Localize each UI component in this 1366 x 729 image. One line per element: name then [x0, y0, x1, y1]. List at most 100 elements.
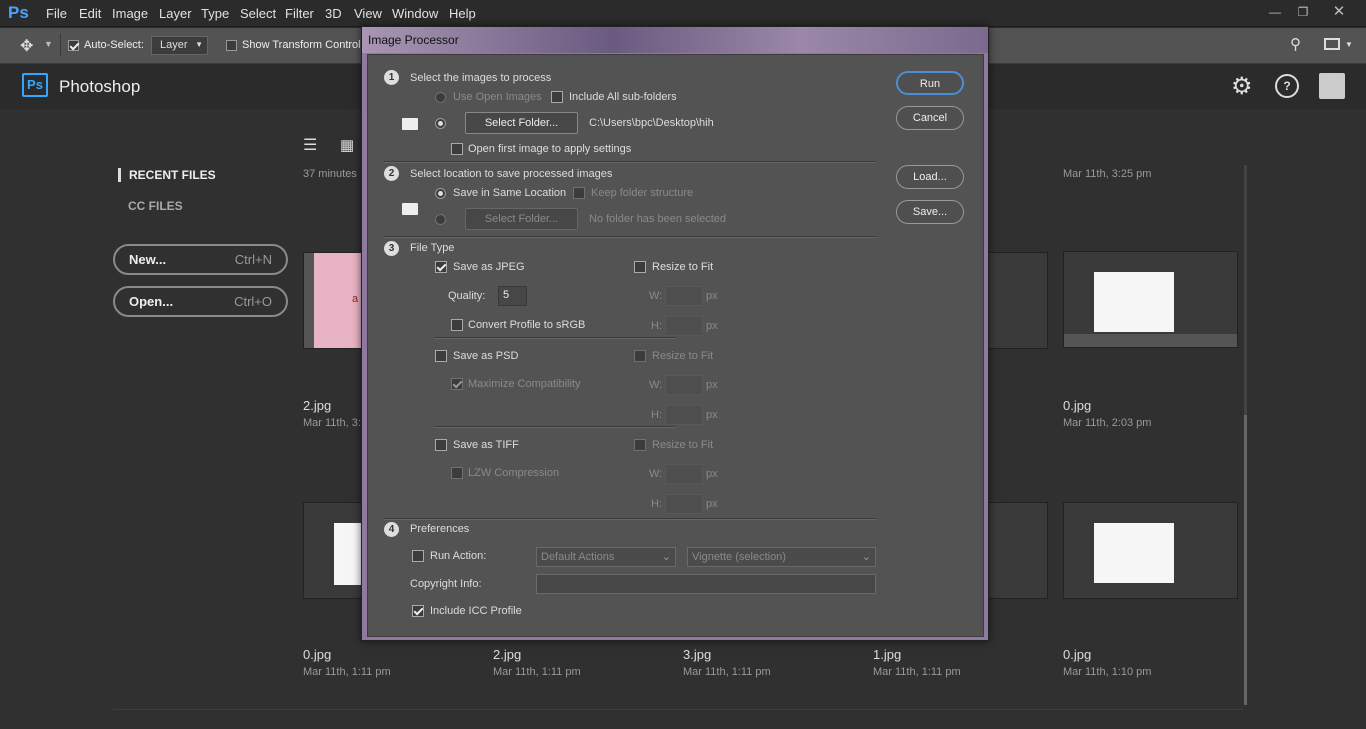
auto-select-checkbox[interactable] [68, 38, 79, 52]
file-date: Mar 11th, 3:2 [303, 417, 367, 429]
tiff-resize-label: Resize to Fit [652, 439, 714, 451]
scrollbar-thumb[interactable] [1244, 415, 1247, 705]
layer-select[interactable]: Layer ▼ [151, 36, 208, 55]
select-folder-radio[interactable] [435, 118, 446, 129]
gear-icon[interactable]: ⚙ [1231, 72, 1253, 101]
workspace-icon[interactable] [1324, 38, 1340, 50]
use-open-images-radio[interactable] [435, 92, 446, 103]
help-icon[interactable]: ? [1275, 74, 1299, 98]
file-thumbnail[interactable] [987, 252, 1048, 349]
psd-resize-checkbox[interactable] [634, 350, 646, 362]
dest-select-folder-button[interactable]: Select Folder... [465, 208, 578, 230]
list-view-icon[interactable]: ☰ [303, 135, 317, 155]
select-folder-button[interactable]: Select Folder... [465, 112, 578, 134]
run-button[interactable]: Run [896, 71, 964, 95]
cancel-button[interactable]: Cancel [896, 106, 964, 130]
menu-file[interactable]: File [46, 6, 67, 21]
thumb-detail: a [352, 293, 359, 305]
max-compat-checkbox[interactable] [451, 378, 463, 390]
save-psd-checkbox[interactable] [435, 350, 447, 362]
same-location-radio[interactable] [435, 188, 446, 199]
tiff-width-input[interactable] [665, 464, 703, 484]
icc-profile-label: Include ICC Profile [430, 605, 522, 617]
menu-layer[interactable]: Layer [159, 6, 192, 21]
divider [113, 709, 1243, 710]
file-date-top: Mar 11th, 3:25 pm [1063, 168, 1152, 180]
max-compat-label: Maximize Compatibility [468, 378, 581, 390]
save-jpeg-checkbox[interactable] [435, 261, 447, 273]
file-thumbnail[interactable] [987, 502, 1048, 599]
save-button[interactable]: Save... [896, 200, 964, 224]
jpeg-resize-checkbox[interactable] [634, 261, 646, 273]
file-name: 2.jpg [493, 647, 522, 662]
psd-width-input[interactable] [665, 375, 703, 395]
tiff-resize-checkbox[interactable] [634, 439, 646, 451]
run-action-checkbox[interactable] [412, 550, 424, 562]
category-recent-files[interactable]: RECENT FILES [118, 168, 216, 182]
action-set-select[interactable]: Default Actions ⌄ [536, 547, 676, 567]
dialog-title-bar[interactable]: Image Processor [362, 27, 988, 53]
source-path: C:\Users\bpc\Desktop\hih [589, 117, 714, 129]
dialog-body: 1 Select the images to process Use Open … [367, 54, 984, 637]
run-action-label: Run Action: [430, 550, 487, 562]
dest-folder-radio[interactable] [435, 214, 446, 225]
new-button-shortcut: Ctrl+N [234, 252, 272, 267]
search-icon[interactable]: ⚲ [1290, 35, 1301, 53]
keep-structure-checkbox[interactable] [573, 187, 585, 199]
file-date: Mar 11th, 1:11 pm [873, 666, 961, 678]
icc-profile-checkbox[interactable] [412, 605, 424, 617]
menu-image[interactable]: Image [112, 6, 148, 21]
section-divider [384, 518, 876, 520]
open-first-checkbox[interactable] [451, 143, 463, 155]
quality-input[interactable]: 5 [498, 286, 527, 306]
convert-srgb-checkbox[interactable] [451, 319, 463, 331]
section-divider [434, 337, 675, 339]
file-date: Mar 11th, 2:03 pm [1063, 417, 1152, 429]
app-title: Photoshop [59, 77, 141, 96]
category-cc-files[interactable]: CC FILES [128, 199, 183, 213]
file-date: Mar 11th, 1:11 pm [303, 666, 391, 678]
grid-view-icon[interactable]: ▦ [340, 136, 354, 154]
menu-select[interactable]: Select [240, 6, 276, 21]
close-icon[interactable]: ✕ [1322, 2, 1356, 22]
image-processor-dialog: Image Processor 1 Select the images to p… [361, 26, 989, 641]
jpeg-width-input[interactable] [665, 286, 703, 306]
open-button[interactable]: Open... Ctrl+O [113, 286, 288, 317]
restore-icon[interactable]: ❐ [1286, 2, 1320, 22]
lzw-checkbox[interactable] [451, 467, 463, 479]
include-subfolders-checkbox[interactable] [551, 91, 563, 103]
psd-height-input[interactable] [665, 405, 703, 425]
menu-view[interactable]: View [354, 6, 382, 21]
show-transform-checkbox[interactable] [226, 38, 237, 52]
file-name: 0.jpg [1063, 647, 1092, 662]
save-tiff-checkbox[interactable] [435, 439, 447, 451]
tiff-height-input[interactable] [665, 494, 703, 514]
scrollbar-track[interactable] [1244, 165, 1247, 705]
jpeg-height-label: H: [651, 320, 662, 332]
open-button-label: Open... [129, 294, 174, 309]
step-4-badge: 4 [384, 522, 399, 537]
convert-srgb-label: Convert Profile to sRGB [468, 319, 586, 331]
file-thumbnail[interactable] [1063, 502, 1238, 599]
menu-edit[interactable]: Edit [79, 6, 101, 21]
avatar[interactable] [1319, 73, 1345, 99]
copyright-input[interactable] [536, 574, 876, 594]
chevron-down-icon[interactable]: ▼ [44, 39, 53, 49]
move-tool-icon[interactable]: ✥ [20, 36, 33, 56]
file-thumbnail[interactable] [1063, 251, 1238, 348]
chevron-down-icon[interactable]: ▼ [1345, 40, 1353, 49]
menu-type[interactable]: Type [201, 6, 229, 21]
new-button[interactable]: New... Ctrl+N [113, 244, 288, 275]
menu-help[interactable]: Help [449, 6, 476, 21]
menu-window[interactable]: Window [392, 6, 438, 21]
file-name: 1.jpg [873, 647, 902, 662]
action-select[interactable]: Vignette (selection) ⌄ [687, 547, 876, 567]
layer-select-value: Layer [160, 39, 188, 51]
menu-filter[interactable]: Filter [285, 6, 314, 21]
section-2-title: Select location to save processed images [410, 168, 613, 180]
load-button[interactable]: Load... [896, 165, 964, 189]
px-label: px [706, 409, 718, 421]
menu-3d[interactable]: 3D [325, 6, 342, 21]
jpeg-height-input[interactable] [665, 316, 703, 336]
quality-label: Quality: [448, 290, 486, 302]
